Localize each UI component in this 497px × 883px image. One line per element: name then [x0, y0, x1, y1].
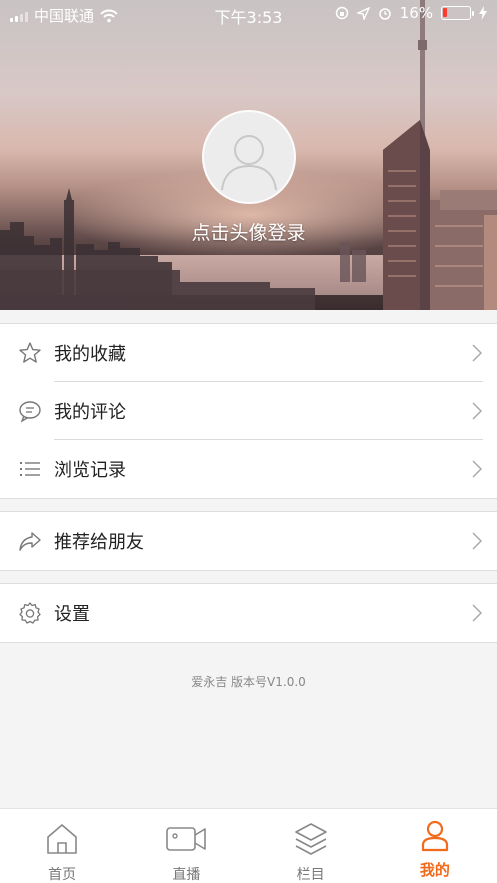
video-camera-icon	[166, 827, 207, 851]
chevron-right-icon	[472, 402, 483, 420]
battery-percent: 16%	[399, 4, 433, 22]
chevron-right-icon	[472, 604, 483, 622]
layers-icon	[294, 823, 327, 855]
alarm-icon	[378, 8, 391, 20]
list-icon	[20, 462, 40, 476]
tab-live[interactable]: 直播	[124, 809, 248, 883]
tab-label: 栏目	[296, 867, 325, 883]
login-prompt[interactable]: 点击头像登录	[0, 218, 497, 245]
user-icon	[421, 820, 448, 852]
user-avatar-icon	[221, 135, 277, 191]
menu-group-settings: 设置	[0, 583, 497, 643]
home-icon	[47, 824, 77, 854]
menu-item-favorites[interactable]: 我的收藏	[0, 324, 497, 382]
menu-label: 浏览记录	[54, 460, 126, 481]
gear-icon	[19, 602, 41, 624]
comment-icon	[19, 401, 41, 423]
bottom-tab-bar: 首页 直播 栏目 我的	[0, 808, 497, 883]
menu-label: 我的评论	[54, 402, 126, 423]
menu-label: 我的收藏	[54, 344, 126, 365]
share-icon	[19, 532, 41, 551]
menu-item-history[interactable]: 浏览记录	[0, 440, 497, 498]
menu-item-settings[interactable]: 设置	[0, 584, 497, 642]
tab-mine[interactable]: 我的	[373, 809, 497, 883]
app-version: 爱永吉 版本号V1.0.0	[191, 675, 306, 689]
menu-item-comments[interactable]: 我的评论	[0, 382, 497, 440]
orientation-lock-icon	[335, 6, 348, 20]
chevron-right-icon	[472, 460, 483, 478]
menu-label: 设置	[54, 604, 90, 625]
avatar[interactable]	[202, 110, 296, 204]
menu-item-recommend[interactable]: 推荐给朋友	[0, 512, 497, 570]
menu-label: 推荐给朋友	[54, 532, 144, 553]
tab-home[interactable]: 首页	[0, 809, 124, 883]
tab-columns[interactable]: 栏目	[249, 809, 373, 883]
tab-label: 直播	[172, 867, 201, 883]
menu-group-personal: 我的收藏 我的评论 浏览记录	[0, 323, 497, 499]
star-icon	[19, 342, 41, 363]
status-bar: 中国联通 下午3:53 16%	[0, 0, 497, 28]
tab-label: 首页	[48, 867, 77, 883]
tab-label: 我的	[419, 861, 450, 879]
profile-header: 中国联通 下午3:53 16% 点击头像登录	[0, 0, 497, 310]
chevron-right-icon	[472, 532, 483, 550]
menu-group-share: 推荐给朋友	[0, 511, 497, 571]
location-icon	[356, 6, 370, 20]
chevron-right-icon	[472, 344, 483, 362]
battery-icon	[441, 6, 474, 20]
charging-icon	[479, 6, 487, 20]
